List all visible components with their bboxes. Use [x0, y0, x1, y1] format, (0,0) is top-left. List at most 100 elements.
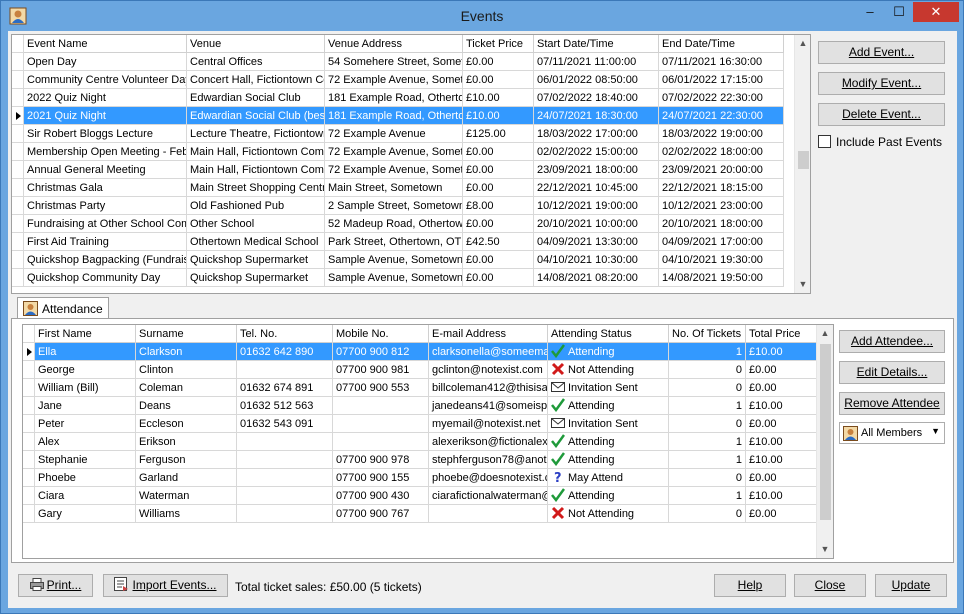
column-header[interactable]: Mobile No.	[333, 325, 429, 343]
current-row-arrow-icon	[27, 348, 32, 356]
close-button[interactable]: Close	[794, 574, 866, 597]
column-header[interactable]: E-mail Address	[429, 325, 548, 343]
grid-cell: Phoebe	[35, 469, 136, 487]
table-row[interactable]: Quickshop Community Day Quickshop Superma…	[12, 269, 784, 287]
table-row[interactable]: Open Day Central Offices 54 Somehere Stree…	[12, 53, 784, 71]
close-window-button[interactable]: ✕	[913, 2, 959, 22]
table-row[interactable]: Jane Deans 01632 512 563 janedeans41@someis…	[23, 397, 819, 415]
grid-cell: 52 Madeup Road, Othertown	[325, 215, 463, 233]
table-row[interactable]: George Clinton 07700 900 981 gclinton@notex…	[23, 361, 819, 379]
tab-attendance-label: Attendance	[42, 302, 103, 316]
grid-cell: £10.00	[463, 107, 534, 125]
table-row[interactable]: Stephanie Ferguson 07700 900 978 stephfergu…	[23, 451, 819, 469]
column-header[interactable]: Event Name	[24, 35, 187, 53]
grid-cell: 72 Example Avenue	[325, 125, 463, 143]
column-header[interactable]: No. Of Tickets	[669, 325, 746, 343]
grid-cell: £0.00	[463, 251, 534, 269]
grid-cell	[237, 433, 333, 451]
grid-cell: £8.00	[463, 197, 534, 215]
member-filter-value: All Members	[861, 427, 923, 439]
column-header[interactable]: Ticket Price	[463, 35, 534, 53]
grid-cell: £0.00	[463, 161, 534, 179]
vertical-scrollbar[interactable]: ▲ ▼	[816, 325, 833, 558]
column-header[interactable]: Attending Status	[548, 325, 669, 343]
table-row[interactable]: Sir Robert Bloggs Lecture Lecture Theatre…	[12, 125, 784, 143]
include-past-events-checkbox[interactable]	[818, 135, 831, 148]
column-header[interactable]: Tel. No.	[237, 325, 333, 343]
scroll-down-icon[interactable]: ▼	[795, 276, 810, 293]
grid-cell	[237, 487, 333, 505]
grid-cell: myemail@notexist.net	[429, 415, 548, 433]
grid-cell: Sample Avenue, Sometown,	[325, 251, 463, 269]
table-row[interactable]: Ella Clarkson 01632 642 890 07700 900 812 cl…	[23, 343, 819, 361]
modify-event-button[interactable]: Modify Event...	[818, 72, 945, 95]
scroll-up-icon[interactable]: ▲	[795, 35, 810, 52]
tab-attendance[interactable]: Attendance	[17, 297, 109, 319]
grid-cell: Ciara	[35, 487, 136, 505]
grid-cell: Gary	[35, 505, 136, 523]
grid-cell: 14/08/2021 19:50:00	[659, 269, 784, 287]
import-events-button[interactable]: Import Events...	[103, 574, 228, 597]
add-attendee-button[interactable]: Add Attendee...	[839, 330, 945, 353]
table-row[interactable]: Ciara Waterman 07700 900 430 ciarafictional…	[23, 487, 819, 505]
column-header[interactable]: Total Price	[746, 325, 819, 343]
help-button[interactable]: Help	[714, 574, 786, 597]
grid-cell: £0.00	[746, 469, 819, 487]
table-row[interactable]: Christmas Party Old Fashioned Pub 2 Sample…	[12, 197, 784, 215]
column-header[interactable]: Surname	[136, 325, 237, 343]
table-row[interactable]: Alex Erikson alexerikson@fictionalexa Atten…	[23, 433, 819, 451]
table-row[interactable]: Peter Eccleson 01632 543 091 myemail@notexi…	[23, 415, 819, 433]
update-button[interactable]: Update	[875, 574, 947, 597]
grid-cell: 20/10/2021 10:00:00	[534, 215, 659, 233]
grid-cell: 07700 900 767	[333, 505, 429, 523]
grid-cell: 07/02/2022 18:40:00	[534, 89, 659, 107]
table-row[interactable]: Fundraising at Other School Comm Other Sc…	[12, 215, 784, 233]
attendance-grid[interactable]: First Name Surname Tel. No. Mobile No. E-mai…	[22, 324, 834, 559]
column-header[interactable]: Venue Address	[325, 35, 463, 53]
table-row[interactable]: First Aid Training Othertown Medical Scho…	[12, 233, 784, 251]
title-bar[interactable]: Events – ☐ ✕	[1, 1, 963, 31]
grid-cell	[429, 505, 548, 523]
member-filter-select[interactable]: All Members ▼	[839, 422, 945, 444]
row-indicator	[12, 161, 24, 179]
grid-cell	[333, 433, 429, 451]
grid-cell: £10.00	[746, 487, 819, 505]
column-header[interactable]: First Name	[35, 325, 136, 343]
minimize-button[interactable]: –	[856, 2, 884, 22]
grid-cell: Invitation Sent	[548, 379, 669, 397]
table-row[interactable]: Phoebe Garland 07700 900 155 phoebe@doesnot…	[23, 469, 819, 487]
column-header[interactable]: End Date/Time	[659, 35, 784, 53]
grid-cell: Alex	[35, 433, 136, 451]
scroll-thumb[interactable]	[820, 344, 831, 520]
edit-details-button[interactable]: Edit Details...	[839, 361, 945, 384]
grid-cell: 01632 642 890	[237, 343, 333, 361]
scroll-thumb[interactable]	[798, 151, 809, 169]
attending-status-text: Not Attending	[568, 364, 635, 376]
column-header[interactable]: Venue	[187, 35, 325, 53]
vertical-scrollbar[interactable]: ▲ ▼	[794, 35, 810, 293]
remove-attendee-button[interactable]: Remove Attendee	[839, 392, 945, 415]
attending-status-text: Attending	[568, 454, 615, 466]
column-header[interactable]: Start Date/Time	[534, 35, 659, 53]
scroll-down-icon[interactable]: ▼	[817, 541, 833, 558]
table-row[interactable]: Christmas Gala Main Street Shopping Centr…	[12, 179, 784, 197]
check-icon	[551, 434, 565, 448]
table-row[interactable]: Quickshop Bagpacking (Fundraisin Quicksho…	[12, 251, 784, 269]
maximize-button[interactable]: ☐	[885, 2, 913, 22]
print-button[interactable]: Print...	[18, 574, 93, 597]
events-grid[interactable]: Event Name Venue Venue Address Ticket Price…	[11, 34, 811, 294]
table-row[interactable]: Community Centre Volunteer Day Concert Ha…	[12, 71, 784, 89]
scroll-up-icon[interactable]: ▲	[817, 325, 833, 342]
grid-cell: 07700 900 812	[333, 343, 429, 361]
table-row[interactable]: 2021 Quiz Night Edwardian Social Club (be…	[12, 107, 784, 125]
table-row[interactable]: William (Bill) Coleman 01632 674 891 07700 …	[23, 379, 819, 397]
grid-cell: ciarafictionalwaterman@	[429, 487, 548, 505]
add-event-button[interactable]: Add Event...	[818, 41, 945, 64]
table-row[interactable]: Annual General Meeting Main Hall, Fiction…	[12, 161, 784, 179]
row-indicator	[12, 197, 24, 215]
table-row[interactable]: 2022 Quiz Night Edwardian Social Club 181 …	[12, 89, 784, 107]
table-row[interactable]: Gary Williams 07700 900 767 Not Attending 0 £…	[23, 505, 819, 523]
grid-cell: George	[35, 361, 136, 379]
table-row[interactable]: Membership Open Meeting - Febru Main Hall…	[12, 143, 784, 161]
delete-event-button[interactable]: Delete Event...	[818, 103, 945, 126]
